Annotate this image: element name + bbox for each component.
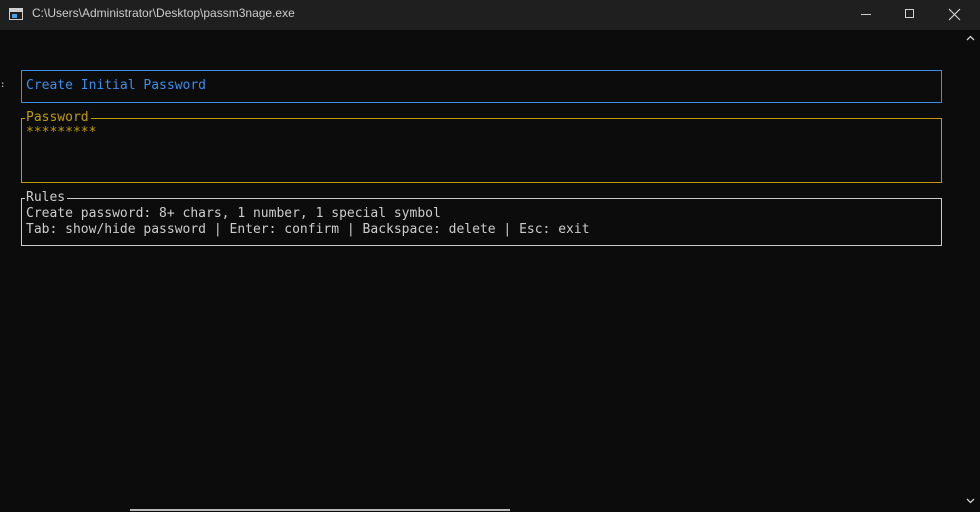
minimize-icon	[861, 14, 871, 15]
password-label: Password	[26, 110, 89, 125]
console-app-icon[interactable]	[9, 8, 23, 20]
rules-box: Rules Create password: 8+ chars, 1 numbe…	[21, 190, 942, 246]
minimize-button[interactable]	[844, 0, 890, 30]
rules-line-requirements: Create password: 8+ chars, 1 number, 1 s…	[26, 206, 441, 221]
horizontal-scroll-thumb[interactable]	[130, 509, 510, 511]
console-window: C:\Users\Administrator\Desktop\passm3nag…	[0, 0, 980, 512]
rules-line-keys: Tab: show/hide password | Enter: confirm…	[26, 222, 590, 237]
scroll-down-icon[interactable]	[966, 498, 975, 504]
vertical-scrollbar[interactable]	[961, 30, 980, 512]
window-title: C:\Users\Administrator\Desktop\passm3nag…	[32, 6, 295, 20]
maximize-button[interactable]	[887, 0, 933, 30]
header-title: Create Initial Password	[26, 78, 207, 93]
title-bar[interactable]: C:\Users\Administrator\Desktop\passm3nag…	[0, 0, 980, 30]
edge-glyph: :	[0, 80, 6, 90]
close-button[interactable]	[932, 0, 978, 30]
password-field[interactable]: *********	[26, 125, 96, 141]
password-box[interactable]: Password *********	[21, 110, 942, 183]
close-icon	[948, 8, 961, 21]
scroll-up-icon[interactable]	[966, 35, 975, 41]
maximize-icon	[905, 9, 914, 18]
header-box: Create Initial Password	[21, 70, 942, 103]
rules-label: Rules	[26, 190, 66, 205]
